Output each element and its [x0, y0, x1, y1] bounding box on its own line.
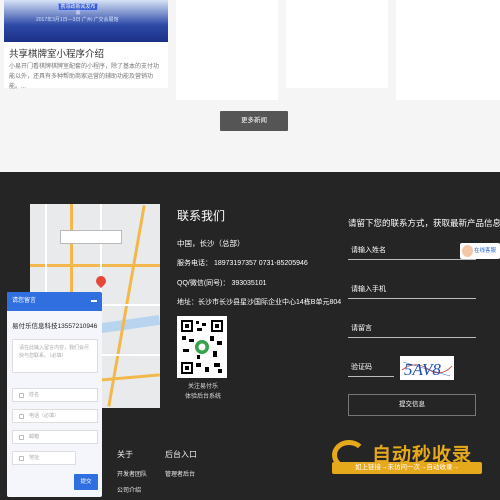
captcha-input[interactable]: 验证码 [348, 362, 394, 377]
qr-caption: 关注易付乐 体验后台系统 [177, 382, 229, 402]
popup-title: 请您留言 [12, 298, 37, 304]
popup-email-placeholder: 邮箱 [29, 434, 40, 440]
watermark: 自动秒收录 如上链接→未访问一次→自动收录→ [332, 436, 482, 482]
contact-phone: 服务电话： 18973197357 0731-85205946 [177, 260, 308, 267]
captcha-text: 5AV8 [404, 360, 441, 379]
popup-name-placeholder: 姓名 [29, 392, 40, 398]
popup-phone-placeholder: 电话（必填） [29, 413, 60, 419]
map-pin-icon [93, 273, 109, 289]
popup-name-field[interactable]: 姓名 [12, 388, 98, 402]
phone-icon [19, 414, 24, 419]
message-popup: 请您留言 易付乐信息科技13557210946 请在此输入留言内容，我们会尽快与… [7, 292, 102, 497]
banner-date: 2017年3月1日—3日 广州·广交会展馆 [36, 17, 119, 23]
footer-about-title: 关于 [117, 450, 133, 459]
news-card-placeholder[interactable] [396, 0, 500, 100]
news-card-desc: 小易开门看棋牌棋牌室配套的小程序，除了基本的支付功能以外，还具有多种帮助商家运营… [9, 64, 160, 90]
qr-caption-line1: 关注易付乐 [187, 384, 218, 390]
submit-button[interactable]: 提交信息 [348, 394, 476, 416]
popup-message-textarea[interactable]: 请在此输入留言内容，我们会尽快与您联系。（必填） [12, 339, 98, 373]
name-input[interactable]: 请输入姓名 [348, 245, 476, 260]
news-section: 携领政新闻发布会 2017年3月1日—3日 广州·广交会展馆 共享棋牌室小程序介… [0, 0, 500, 172]
footer-admin-title: 后台入口 [165, 450, 197, 459]
news-card-placeholder[interactable] [286, 0, 388, 88]
form-heading: 请留下您的联系方式，获取最新产品信息 [348, 218, 500, 228]
news-card-image: 携领政新闻发布会 2017年3月1日—3日 广州·广交会展馆 [4, 0, 168, 42]
popup-address-field[interactable]: 地址 [12, 451, 76, 465]
minimize-icon[interactable] [91, 300, 97, 302]
email-icon [19, 435, 24, 440]
footer-link-dev-team[interactable]: 开发者团队 [117, 469, 147, 478]
qr-caption-line2: 体验后台系统 [184, 394, 221, 400]
location-icon [19, 456, 24, 461]
contact-title: 联系我们 [177, 209, 226, 223]
online-service-button[interactable]: 在线客服 [460, 243, 500, 259]
popup-send-button[interactable]: 提交 [74, 474, 98, 490]
qr-code [177, 316, 227, 378]
map-info-box [60, 230, 122, 244]
banner-button: 携领政新闻发布会 [58, 3, 98, 16]
popup-company: 易付乐信息科技13557210946 [12, 323, 98, 330]
more-news-button[interactable]: 更多新闻 [220, 111, 288, 131]
popup-phone-field[interactable]: 电话（必填） [12, 409, 98, 423]
popup-email-field[interactable]: 邮箱 [12, 430, 98, 444]
footer-link-admin[interactable]: 管理者后台 [165, 469, 195, 478]
contact-location: 中国，长沙（总部） [177, 239, 245, 248]
online-service-label: 在线客服 [474, 248, 497, 254]
user-icon [19, 393, 24, 398]
captcha-icon: 5AV8 [401, 360, 453, 379]
phone-input[interactable]: 请输入手机 [348, 284, 476, 299]
watermark-subtext: 如上链接→未访问一次→自动收录→ [332, 462, 482, 474]
captcha-image[interactable]: 5AV8 [400, 356, 454, 380]
popup-address-placeholder: 地址 [29, 455, 40, 461]
popup-header: 请您留言 [7, 292, 102, 311]
contact-address: 地址：长沙市长沙县星沙国际企业中心14栋B单元804 [177, 299, 342, 306]
service-avatar-icon [462, 245, 473, 257]
qr-code-icon [180, 319, 224, 375]
message-input[interactable]: 请留言 [348, 323, 476, 338]
news-card-placeholder[interactable] [176, 0, 278, 100]
contact-qq: QQ/微信(同号)： 393035101 [177, 280, 267, 287]
news-card[interactable]: 携领政新闻发布会 2017年3月1日—3日 广州·广交会展馆 共享棋牌室小程序介… [4, 0, 168, 90]
news-card-title[interactable]: 共享棋牌室小程序介绍 [9, 46, 104, 60]
footer-link-company[interactable]: 公司介绍 [117, 485, 141, 494]
